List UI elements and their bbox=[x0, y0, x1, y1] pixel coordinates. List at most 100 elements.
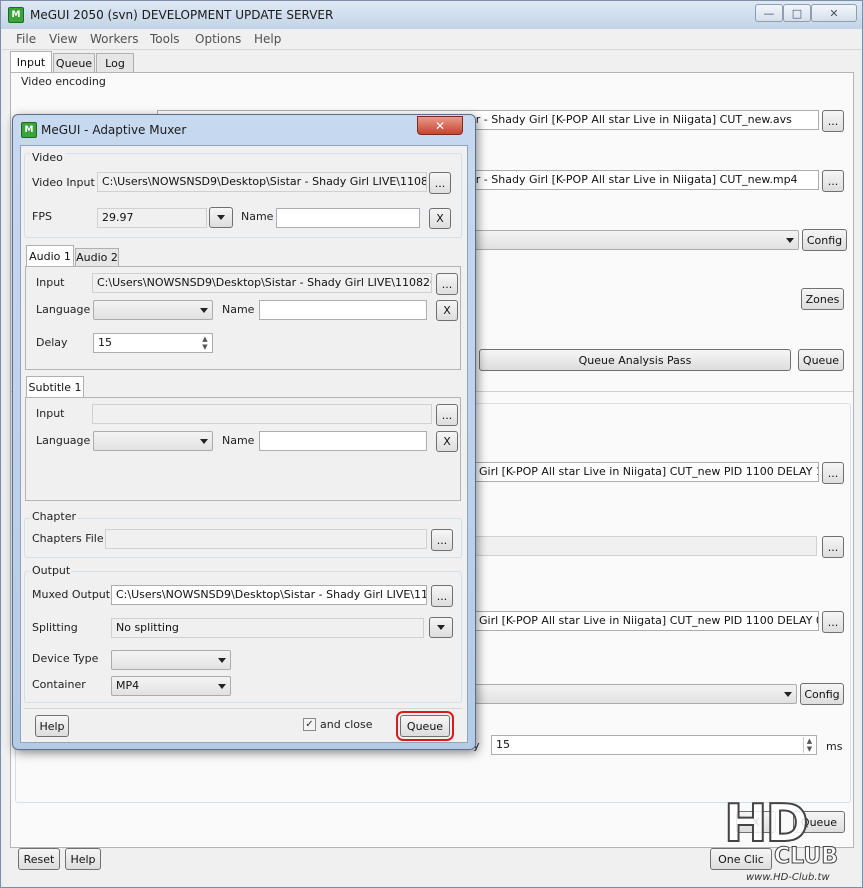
and-close-label: and close bbox=[320, 718, 373, 731]
zones-button[interactable]: Zones bbox=[801, 288, 844, 310]
megui-app-icon: M bbox=[8, 7, 24, 23]
menu-tools[interactable]: Tools bbox=[150, 32, 180, 46]
muxer-queue-button[interactable]: Queue bbox=[396, 711, 454, 741]
audio-tab-page: Input C:\Users\NOWSNSD9\Desktop\Sistar -… bbox=[25, 266, 461, 370]
video-name-label: Name bbox=[241, 210, 274, 223]
delay-spinner[interactable]: ▲ ▼ bbox=[199, 335, 211, 351]
menu-file[interactable]: File bbox=[16, 32, 36, 46]
menu-bar: File View Workers Tools Options Help bbox=[2, 30, 861, 50]
video-input-browse-button[interactable]: ... bbox=[429, 172, 451, 194]
megui-app-icon: M bbox=[21, 122, 37, 138]
audio-delay-label: Delay bbox=[36, 336, 68, 349]
delay-spinner[interactable]: ▲ ▼ bbox=[803, 737, 815, 753]
muxed-output-label: Muxed Output bbox=[32, 588, 111, 601]
splitting-field[interactable]: No splitting bbox=[111, 618, 424, 638]
video-config-button[interactable]: Config bbox=[802, 229, 847, 251]
subtitle-language-label: Language bbox=[36, 434, 91, 447]
menu-view[interactable]: View bbox=[49, 32, 77, 46]
device-type-label: Device Type bbox=[32, 652, 99, 665]
muxed-output-browse-button[interactable]: ... bbox=[431, 585, 453, 607]
chevron-down-icon bbox=[784, 692, 792, 697]
audio-name-label: Name bbox=[222, 303, 255, 316]
chevron-down-icon bbox=[217, 215, 225, 220]
minimize-button[interactable]: — bbox=[755, 4, 783, 22]
container-dropdown[interactable]: MP4 bbox=[111, 676, 231, 696]
audio-delay-value: 15 bbox=[496, 738, 510, 751]
subtitle-name-field[interactable] bbox=[259, 431, 427, 451]
audio-cuts-browse-button[interactable]: ... bbox=[822, 536, 844, 558]
device-type-dropdown[interactable] bbox=[111, 650, 231, 670]
audio-output-browse-button[interactable]: ... bbox=[822, 611, 844, 633]
output-group-title: Output bbox=[30, 564, 73, 577]
audio-input-field[interactable]: C:\Users\NOWSNSD9\Desktop\Sistar - Shady… bbox=[92, 273, 432, 293]
tab-input[interactable]: Input bbox=[10, 51, 52, 73]
reset-button[interactable]: Reset bbox=[18, 848, 60, 870]
and-close-checkbox[interactable]: ✓ bbox=[303, 718, 316, 731]
fps-label: FPS bbox=[32, 210, 52, 223]
avisynth-script-value: star - Shady Girl [K-POP All star Live i… bbox=[459, 113, 792, 126]
audio-language-dropdown[interactable] bbox=[93, 300, 213, 320]
dialog-title: MeGUI - Adaptive Muxer bbox=[41, 123, 187, 137]
subtitle-language-dropdown[interactable] bbox=[93, 431, 213, 451]
tab-log[interactable]: Log bbox=[96, 53, 134, 73]
splitting-label: Splitting bbox=[32, 621, 78, 634]
chevron-down-icon bbox=[200, 308, 208, 313]
main-help-button[interactable]: Help bbox=[65, 848, 101, 870]
chevron-down-icon bbox=[437, 625, 445, 630]
audio-output-value: dy Girl [K-POP All star Live in Niigata]… bbox=[462, 614, 819, 627]
video-input-label: Video Input bbox=[32, 176, 95, 189]
queue-analysis-pass-button[interactable]: Queue Analysis Pass bbox=[479, 349, 791, 371]
menu-workers[interactable]: Workers bbox=[90, 32, 139, 46]
audio-delay-field[interactable]: 15 bbox=[93, 333, 213, 353]
audio-codec-dropdown[interactable] bbox=[457, 684, 797, 704]
audio-input-field[interactable]: dy Girl [K-POP All star Live in Niigata]… bbox=[457, 462, 819, 482]
audio-delay-field[interactable]: 15 bbox=[491, 735, 817, 755]
menu-options[interactable]: Options bbox=[195, 32, 241, 46]
menu-help[interactable]: Help bbox=[254, 32, 281, 46]
adaptive-muxer-dialog: M MeGUI - Adaptive Muxer ✕ Video Video I… bbox=[12, 114, 476, 750]
dialog-close-button[interactable]: ✕ bbox=[417, 116, 463, 135]
tab-subtitle-1[interactable]: Subtitle 1 bbox=[26, 376, 84, 398]
subtitle-tab-page: Input ... Language Name X bbox=[25, 397, 461, 501]
audio-language-label: Language bbox=[36, 303, 91, 316]
subtitle-input-field[interactable] bbox=[92, 404, 432, 424]
audio-input-browse-button[interactable]: ... bbox=[822, 462, 844, 484]
tab-audio-1[interactable]: Audio 1 bbox=[26, 245, 74, 267]
audio-input-value: dy Girl [K-POP All star Live in Niigata]… bbox=[462, 465, 819, 478]
tab-queue[interactable]: Queue bbox=[53, 53, 95, 73]
subtitle-input-browse-button[interactable]: ... bbox=[436, 404, 458, 426]
chevron-down-icon bbox=[218, 658, 226, 663]
chapter-group-title: Chapter bbox=[30, 510, 78, 523]
video-output-browse-button[interactable]: ... bbox=[822, 170, 844, 192]
audio-input-label: Input bbox=[36, 276, 65, 289]
chapters-file-browse-button[interactable]: ... bbox=[431, 529, 453, 551]
video-encoding-group-title: Video encoding bbox=[21, 75, 106, 88]
tab-audio-2[interactable]: Audio 2 bbox=[75, 248, 119, 266]
title-bar: M MeGUI 2050 (svn) DEVELOPMENT UPDATE SE… bbox=[1, 1, 862, 29]
muxer-help-button[interactable]: Help bbox=[35, 715, 69, 737]
audio-cuts-field bbox=[457, 536, 817, 556]
chapters-file-field[interactable] bbox=[105, 529, 427, 549]
container-label: Container bbox=[32, 678, 86, 691]
watermark-url: www.HD-Club.tw bbox=[746, 872, 830, 883]
video-name-field[interactable] bbox=[276, 208, 420, 228]
muxed-output-field[interactable]: C:\Users\NOWSNSD9\Desktop\Sistar - Shady… bbox=[111, 585, 427, 605]
audio-name-field[interactable] bbox=[259, 300, 427, 320]
subtitle-clear-button[interactable]: X bbox=[436, 431, 458, 452]
audio-input-browse-button[interactable]: ... bbox=[436, 273, 458, 295]
audio-clear-button[interactable]: X bbox=[436, 300, 458, 321]
fps-field[interactable]: 29.97 bbox=[97, 208, 207, 228]
fps-dropdown-button[interactable] bbox=[209, 207, 233, 228]
audio-output-field[interactable]: dy Girl [K-POP All star Live in Niigata]… bbox=[457, 611, 819, 631]
chevron-down-icon bbox=[200, 439, 208, 444]
close-button[interactable]: ✕ bbox=[811, 4, 857, 22]
video-clear-button[interactable]: X bbox=[429, 208, 451, 229]
audio-config-button[interactable]: Config bbox=[800, 683, 844, 705]
video-queue-button[interactable]: Queue bbox=[798, 349, 844, 371]
splitting-dropdown-button[interactable] bbox=[429, 617, 453, 638]
avisynth-browse-button[interactable]: ... bbox=[822, 110, 844, 132]
video-group-title: Video bbox=[30, 151, 65, 164]
video-input-field[interactable]: C:\Users\NOWSNSD9\Desktop\Sistar - Shady… bbox=[97, 172, 427, 192]
hd-club-watermark: HD CLUB www.HD-Club.tw bbox=[716, 793, 862, 886]
maximize-button[interactable]: □ bbox=[783, 4, 811, 22]
